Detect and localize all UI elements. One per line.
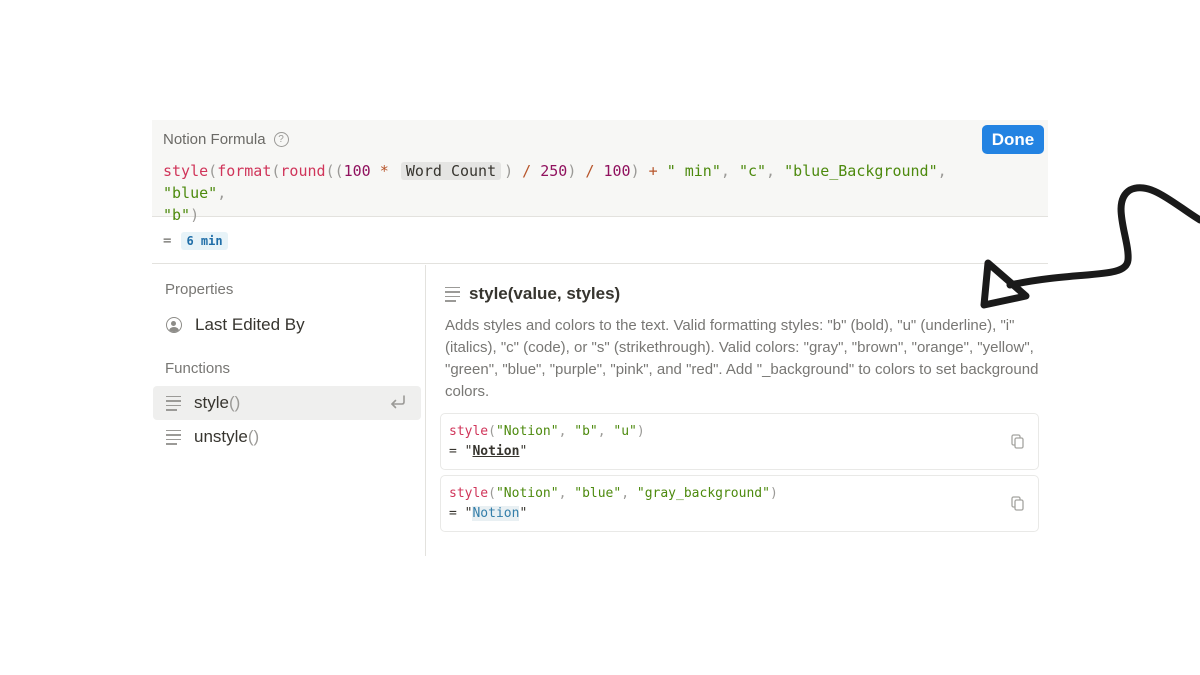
code-token: style — [163, 162, 209, 180]
code-token: , — [937, 162, 947, 180]
copy-icon[interactable] — [1011, 434, 1024, 449]
property-item-label: Last Edited By — [195, 315, 305, 334]
code-token: 100 — [343, 162, 371, 180]
function-item-label: unstyle() — [194, 427, 260, 446]
property-chip[interactable]: Word Count — [400, 162, 502, 180]
function-details: style(value, styles) Adds styles and col… — [427, 265, 1048, 556]
code-token: (( — [325, 162, 344, 180]
text-lines-icon — [166, 395, 181, 411]
formula-panel: Notion Formula ? Done style(format(round… — [152, 120, 1048, 556]
function-signature: style(value, styles) — [445, 284, 620, 304]
formula-header: Notion Formula ? — [163, 131, 289, 148]
formula-editor[interactable]: Notion Formula ? Done style(format(round… — [152, 120, 1048, 224]
person-circle-icon — [166, 317, 182, 333]
example-result: = "Notion" — [449, 506, 528, 521]
code-token: "blue_Background" — [784, 162, 938, 180]
code-token: round — [280, 162, 326, 180]
functions-section-label: Functions — [165, 360, 231, 377]
function-description: Adds styles and colors to the text. Vali… — [445, 317, 1039, 400]
code-token: , — [720, 162, 739, 180]
formula-title: Notion Formula — [163, 131, 266, 148]
hand-drawn-arrow-icon — [980, 184, 1200, 309]
code-token: ) — [630, 162, 640, 180]
function-sidebar: Properties Last Edited By Functions styl… — [152, 265, 426, 556]
copy-icon[interactable] — [1011, 496, 1024, 511]
formula-result: = 6 min — [152, 218, 1048, 264]
example-code: style("Notion", "b", "u") — [449, 424, 645, 439]
code-token: ) — [504, 162, 514, 180]
code-token: " min" — [666, 162, 721, 180]
code-token: 250 — [540, 162, 568, 180]
code-token: "blue" — [163, 184, 218, 202]
code-token: 100 — [603, 162, 631, 180]
result-value: 6 min — [181, 231, 228, 250]
code-token: , — [766, 162, 785, 180]
code-token: * — [370, 162, 398, 180]
formula-input[interactable]: style(format(round((100 * Word Count) / … — [163, 160, 1013, 226]
code-token: / — [576, 162, 604, 180]
properties-section-label: Properties — [165, 281, 234, 298]
function-item-label: style() — [194, 393, 241, 412]
function-item-style[interactable]: style() — [153, 386, 421, 420]
text-lines-icon — [445, 286, 460, 302]
enter-key-icon — [391, 395, 405, 409]
example-block: style("Notion", "blue", "gray_background… — [440, 475, 1039, 532]
property-item-last-edited-by[interactable]: Last Edited By — [153, 308, 421, 342]
code-token: / — [513, 162, 541, 180]
code-token: , — [217, 184, 227, 202]
example-code: style("Notion", "blue", "gray_background… — [449, 486, 778, 501]
text-lines-icon — [166, 429, 181, 445]
code-token: format — [217, 162, 272, 180]
code-token: "c" — [738, 162, 767, 180]
function-signature-text: style(value, styles) — [469, 284, 621, 303]
example-result: = "Notion" — [449, 444, 528, 459]
code-token: + — [639, 162, 667, 180]
help-icon[interactable]: ? — [273, 132, 289, 147]
result-equals: = — [163, 232, 172, 249]
example-block: style("Notion", "b", "u") = "Notion" — [440, 413, 1039, 470]
function-item-unstyle[interactable]: unstyle() — [153, 420, 421, 454]
done-button[interactable]: Done — [982, 125, 1044, 154]
code-token: ( — [208, 162, 218, 180]
